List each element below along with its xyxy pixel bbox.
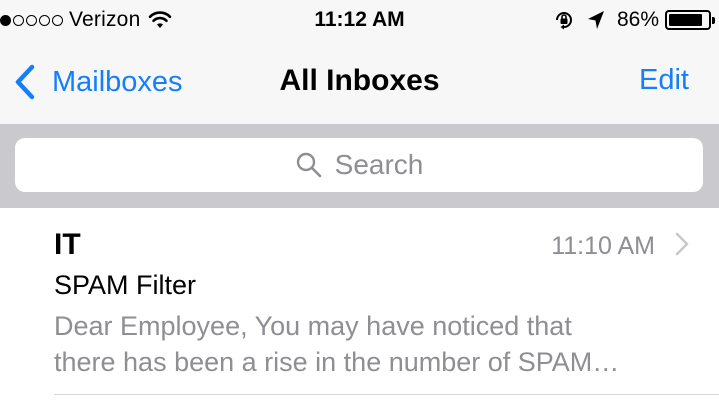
battery-percent: 86% [616, 8, 659, 31]
message-preview: Dear Employee, You may have noticed that… [54, 308, 694, 380]
search-icon [296, 152, 321, 178]
message-time: 11:10 AM [551, 232, 655, 260]
chevron-right-icon [675, 232, 689, 256]
search-input[interactable]: Search [15, 138, 703, 192]
battery-fill [669, 14, 702, 26]
message-list-item[interactable]: IT 11:10 AM SPAM Filter Dear Employee, Y… [0, 208, 719, 400]
page-title: All Inboxes [279, 64, 440, 97]
orientation-lock-icon [555, 12, 572, 30]
edit-button[interactable]: Edit [639, 64, 689, 97]
battery-icon [665, 10, 715, 30]
status-right: 86% [553, 8, 715, 32]
search-bar-container: Search [0, 124, 719, 208]
message-sender: IT [54, 228, 81, 261]
mail-screen: Verizon 11:12 AM 86% Mailboxes All Inbox… [0, 0, 719, 400]
message-preview-line: there has been a rise in the number of S… [54, 347, 620, 377]
status-bar: Verizon 11:12 AM 86% [0, 0, 719, 40]
row-divider [54, 394, 719, 395]
message-subject: SPAM Filter [54, 270, 197, 300]
location-arrow-icon [587, 11, 604, 29]
search-placeholder: Search [334, 149, 424, 180]
navigation-bar: Mailboxes All Inboxes Edit [0, 40, 719, 124]
message-preview-line: Dear Employee, You may have noticed that [54, 311, 572, 341]
battery-nub [712, 17, 715, 24]
